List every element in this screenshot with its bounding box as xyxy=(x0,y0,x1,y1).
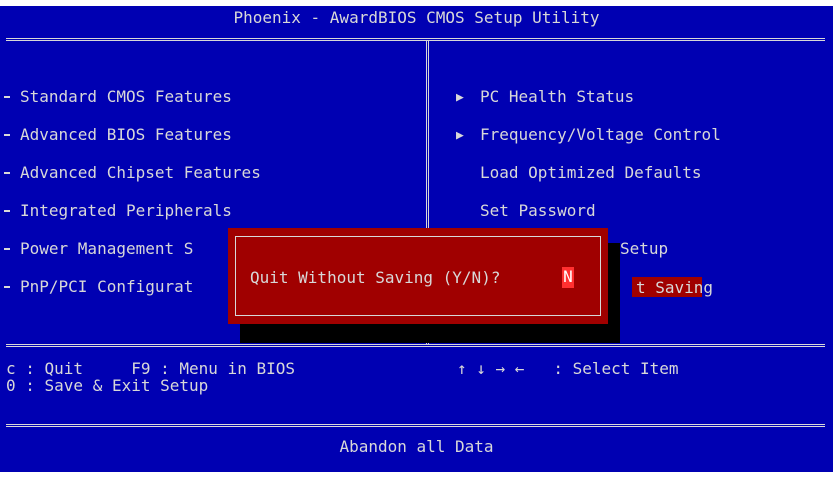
menu-item-save-exit-setup[interactable]: Setup xyxy=(620,239,668,259)
title-divider xyxy=(6,38,825,41)
submenu-arrow-icon: ▶ xyxy=(456,128,464,143)
bios-setup-window: Phoenix - AwardBIOS CMOS Setup Utility S… xyxy=(0,6,833,472)
left-marker xyxy=(4,210,10,212)
menu-item-power-management[interactable]: Power Management S xyxy=(20,239,193,259)
left-marker xyxy=(4,286,10,288)
dialog-prompt: Quit Without Saving (Y/N)? xyxy=(250,268,501,287)
menu-item-standard-cmos[interactable]: Standard CMOS Features xyxy=(20,87,232,107)
menu-item-integrated-peripherals[interactable]: Integrated Peripherals xyxy=(20,201,232,221)
submenu-arrow-icon: ▶ xyxy=(456,90,464,105)
help-save-exit-key: 0 : Save & Exit Setup xyxy=(6,376,209,395)
utility-title: Phoenix - AwardBIOS CMOS Setup Utility xyxy=(233,8,600,27)
menu-divider xyxy=(6,344,825,347)
status-description: Abandon all Data xyxy=(339,437,494,456)
menu-item-frequency-voltage[interactable]: Frequency/Voltage Control xyxy=(480,125,721,145)
menu-item-load-defaults[interactable]: Load Optimized Defaults xyxy=(480,163,702,183)
left-marker xyxy=(4,96,10,98)
menu-item-advanced-bios[interactable]: Advanced BIOS Features xyxy=(20,125,232,145)
menu-item-advanced-chipset[interactable]: Advanced Chipset Features xyxy=(20,163,261,183)
left-marker xyxy=(4,172,10,174)
menu-item-set-password[interactable]: Set Password xyxy=(480,201,596,221)
screen: Phoenix - AwardBIOS CMOS Setup Utility S… xyxy=(0,0,833,482)
menu-item-exit-without-saving[interactable]: t Saving xyxy=(636,278,713,298)
help-select-item: ↑ ↓ → ← : Select Item xyxy=(457,359,679,378)
left-marker xyxy=(4,134,10,136)
help-divider xyxy=(6,424,825,427)
left-marker xyxy=(4,248,10,250)
menu-item-pc-health[interactable]: PC Health Status xyxy=(480,87,634,107)
menu-item-pnp-pci[interactable]: PnP/PCI Configurat xyxy=(20,277,193,297)
help-quit-key: c : Quit F9 : Menu in BIOS xyxy=(6,359,295,378)
dialog-answer-input[interactable]: N xyxy=(562,267,574,288)
